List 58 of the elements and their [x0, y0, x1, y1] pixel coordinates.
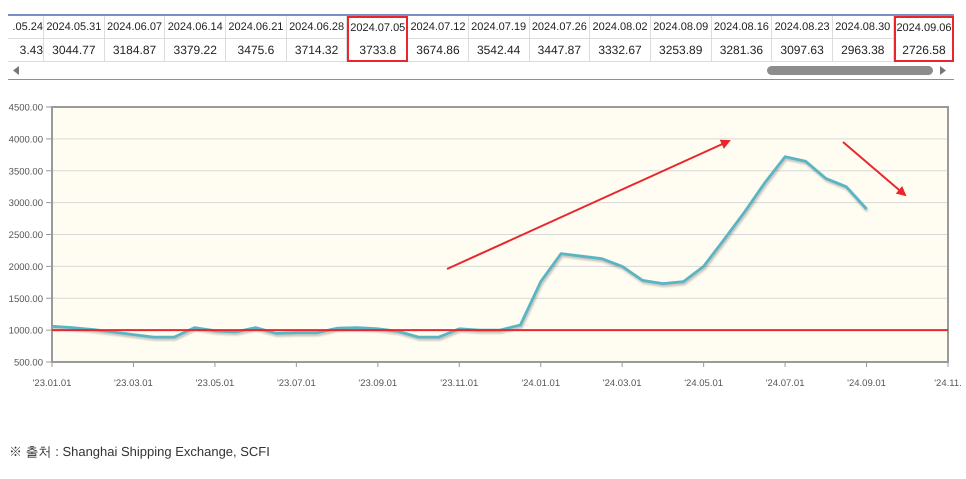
x-tick-label: '23.07.01	[276, 378, 316, 389]
x-tick-label: '23.05.01	[196, 378, 234, 389]
table-cell: 3253.89	[650, 39, 712, 62]
table-cell: 3475.6	[226, 39, 287, 62]
x-tick-label: '23.11.01	[440, 378, 478, 389]
table-cell: 3733.8	[347, 39, 408, 62]
y-tick-label: 3000.00	[8, 198, 43, 210]
y-tick-label: 500.00	[14, 358, 43, 368]
y-tick-label: 4000.00	[8, 134, 43, 146]
table-cell: 3332.67	[590, 39, 651, 62]
column-header: 2024.06.14	[165, 16, 226, 39]
y-tick-label: 4500.00	[8, 102, 43, 114]
x-tick-label: '24.03.01	[602, 378, 642, 389]
column-header: 2024.09.06	[894, 16, 954, 39]
y-tick-label: 3500.00	[8, 166, 43, 178]
table-cell: 2963.38	[832, 39, 894, 62]
table-cell: 3447.87	[530, 39, 590, 62]
column-header: 2024.07.05	[347, 16, 408, 39]
x-tick-label: '24.09.01	[847, 378, 886, 389]
table-cell: 3184.87	[104, 39, 166, 62]
x-tick-label: '24.11.	[934, 378, 962, 389]
arrow	[842, 141, 907, 196]
scrollbar-thumb[interactable]	[767, 66, 933, 75]
table-cell: 2726.58	[894, 39, 954, 62]
column-header: 2024.08.09	[650, 16, 712, 39]
column-header: 2024.05.31	[44, 16, 105, 39]
table-cell: 3674.86	[408, 39, 469, 62]
table-cell: 3714.32	[286, 39, 348, 62]
column-header: 2024.06.28	[286, 16, 348, 39]
table-cell: 3044.77	[44, 39, 105, 62]
column-header: 2024.07.12	[408, 16, 469, 39]
y-tick-label: 1000.00	[8, 326, 43, 337]
scroll-right-icon[interactable]	[940, 66, 946, 75]
y-tick-label: 2000.00	[8, 262, 43, 273]
column-header: 2024.07.19	[468, 16, 530, 39]
column-header: 2024.08.02	[590, 16, 651, 39]
table-cell: 3542.44	[468, 39, 530, 62]
column-header: 2024.06.07	[104, 16, 166, 39]
column-header: .05.24	[8, 16, 44, 39]
x-tick-label: '24.07.01	[766, 378, 804, 389]
source-note: ※ 출처 : Shanghai Shipping Exchange, SCFI	[9, 444, 270, 459]
column-header: 2024.08.23	[772, 16, 833, 39]
column-header: 2024.08.16	[712, 16, 772, 39]
x-tick-label: '23.01.01	[32, 378, 72, 389]
column-header: 2024.08.30	[832, 16, 894, 39]
column-header: 2024.06.21	[226, 16, 287, 39]
table-cell: 3.43	[8, 39, 44, 62]
table-cell: 3379.22	[165, 39, 226, 62]
x-tick-label: '24.05.01	[684, 378, 724, 389]
y-tick-label: 1500.00	[8, 294, 43, 305]
scroll-left-icon[interactable]	[13, 66, 19, 75]
column-header: 2024.07.26	[530, 16, 590, 39]
x-tick-label: '23.03.01	[114, 378, 153, 389]
y-tick-label: 2500.00	[8, 230, 43, 241]
table-cell: 3097.63	[772, 39, 833, 62]
x-tick-label: '23.09.01	[358, 378, 398, 389]
x-tick-label: '24.01.01	[521, 378, 560, 389]
table-cell: 3281.36	[712, 39, 772, 62]
